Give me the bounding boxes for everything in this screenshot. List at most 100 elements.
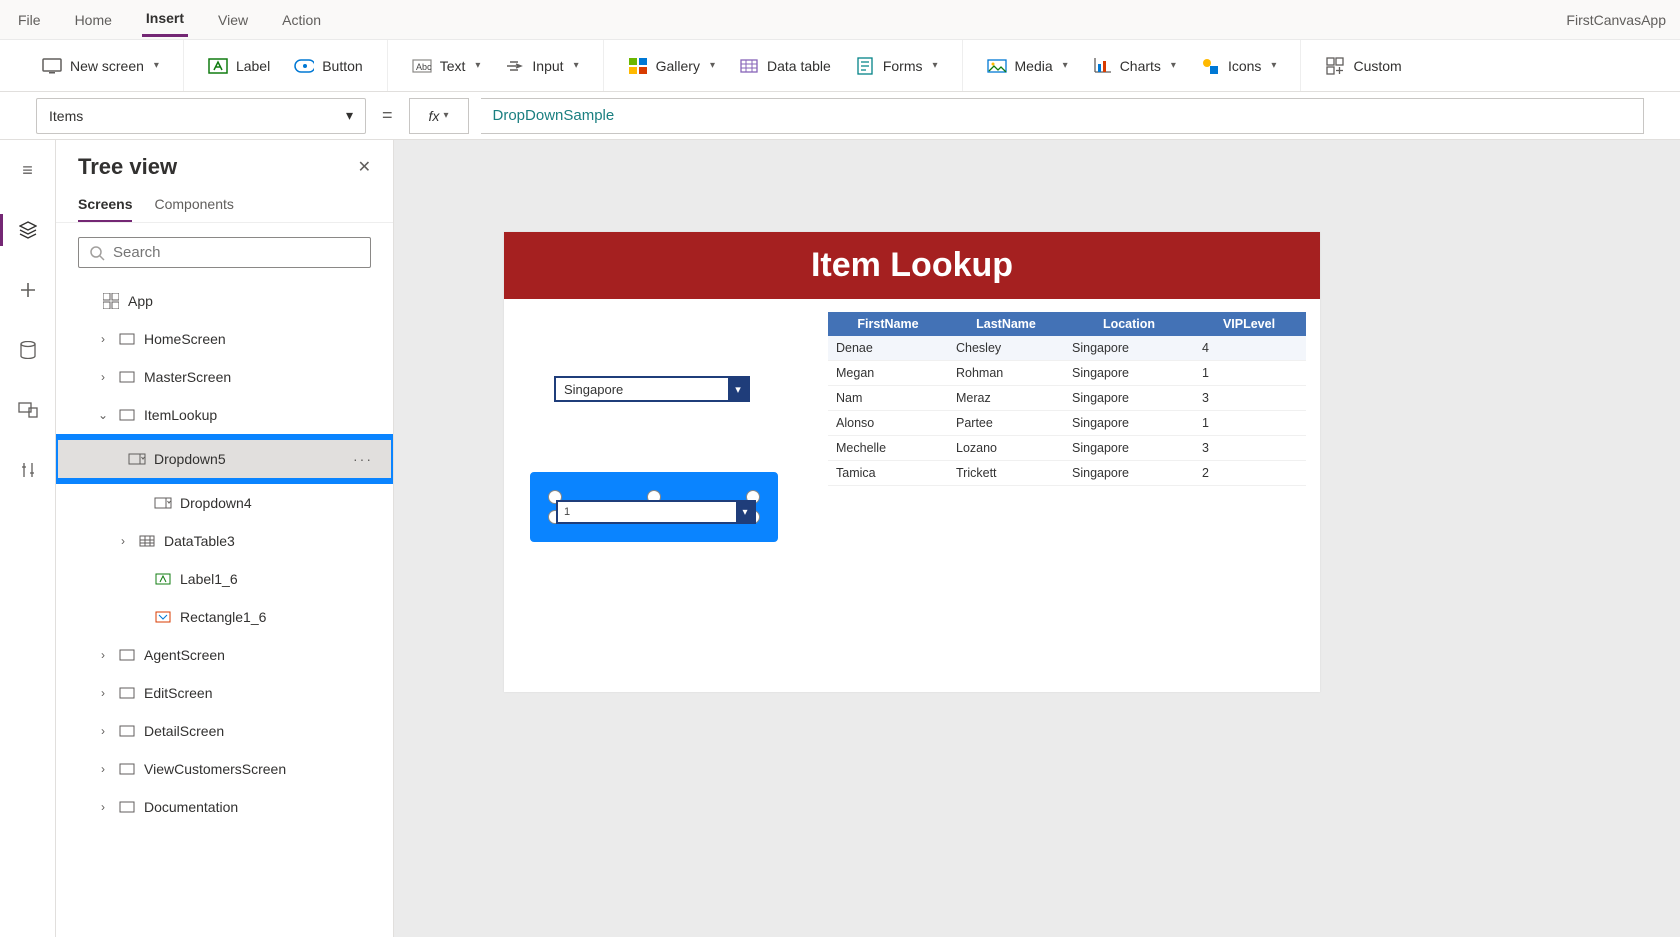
table-row[interactable]: Denae Chesley Singapore 4 bbox=[828, 336, 1306, 361]
custom-button[interactable]: Custom bbox=[1317, 50, 1409, 82]
dropdown5-value: 1 bbox=[558, 506, 736, 518]
tree-node-editscreen[interactable]: › EditScreen bbox=[56, 674, 393, 712]
button-button[interactable]: Button bbox=[286, 50, 370, 82]
node-label: Documentation bbox=[144, 799, 238, 815]
menu-insert[interactable]: Insert bbox=[142, 2, 188, 37]
table-row[interactable]: Mechelle Lozano Singapore 3 bbox=[828, 436, 1306, 461]
tree-node-dropdown5[interactable]: Dropdown5 ··· bbox=[58, 440, 391, 478]
tree-node-datatable3[interactable]: › DataTable3 bbox=[56, 522, 393, 560]
label-label: Label bbox=[236, 58, 270, 74]
property-selector[interactable]: Items ▾ bbox=[36, 98, 366, 134]
canvas-area[interactable]: ↖ Item Lookup Singapore ▾ 1 ▾ bbox=[394, 140, 1680, 937]
insert-nav[interactable] bbox=[12, 274, 44, 306]
selected-node-highlight: Dropdown5 ··· bbox=[56, 434, 393, 484]
input-button[interactable]: Input ▾ bbox=[496, 50, 586, 82]
cell-viplevel: 1 bbox=[1194, 411, 1304, 435]
col-viplevel[interactable]: VIPLevel bbox=[1194, 312, 1304, 336]
icons-button[interactable]: Icons ▾ bbox=[1192, 50, 1285, 82]
dropdown5-control[interactable]: 1 ▾ bbox=[556, 500, 756, 524]
table-icon bbox=[138, 532, 156, 550]
forms-label: Forms bbox=[883, 58, 923, 74]
node-label: ItemLookup bbox=[144, 407, 217, 423]
data-table-icon bbox=[739, 56, 759, 76]
charts-button[interactable]: Charts ▾ bbox=[1084, 50, 1184, 82]
sliders-icon bbox=[20, 461, 36, 479]
close-tree-button[interactable]: ✕ bbox=[358, 157, 371, 177]
advanced-nav[interactable] bbox=[12, 454, 44, 486]
node-label: Rectangle1_6 bbox=[180, 609, 266, 625]
tree-search[interactable] bbox=[78, 237, 371, 268]
chevron-down-icon: ▾ bbox=[443, 110, 448, 121]
menu-action[interactable]: Action bbox=[278, 4, 325, 36]
button-icon bbox=[294, 56, 314, 76]
gallery-button[interactable]: Gallery ▾ bbox=[620, 50, 723, 82]
dropdown-icon bbox=[128, 450, 146, 468]
gallery-icon bbox=[628, 56, 648, 76]
screen-icon bbox=[118, 406, 136, 424]
plus-icon bbox=[19, 281, 37, 299]
chevron-down-icon: ▾ bbox=[1271, 60, 1276, 71]
tree-node-itemlookup[interactable]: ⌄ ItemLookup bbox=[56, 396, 393, 434]
col-location[interactable]: Location bbox=[1064, 312, 1194, 336]
node-label: DetailScreen bbox=[144, 723, 224, 739]
tree-node-agentscreen[interactable]: › AgentScreen bbox=[56, 636, 393, 674]
tree-node-label1-6[interactable]: Label1_6 bbox=[56, 560, 393, 598]
caret-right-icon: › bbox=[96, 370, 110, 384]
data-table-button[interactable]: Data table bbox=[731, 50, 839, 82]
forms-icon bbox=[855, 56, 875, 76]
col-lastname[interactable]: LastName bbox=[948, 312, 1064, 336]
new-screen-button[interactable]: New screen ▾ bbox=[34, 50, 167, 82]
menu-view[interactable]: View bbox=[214, 4, 252, 36]
menu-file[interactable]: File bbox=[14, 4, 45, 36]
col-firstname[interactable]: FirstName bbox=[828, 312, 948, 336]
more-options-button[interactable]: ··· bbox=[353, 451, 373, 467]
tab-screens[interactable]: Screens bbox=[78, 186, 132, 222]
table-row[interactable]: Nam Meraz Singapore 3 bbox=[828, 386, 1306, 411]
label-button[interactable]: Label bbox=[200, 50, 278, 82]
left-rail: ≡ bbox=[0, 140, 56, 937]
app-canvas[interactable]: Item Lookup Singapore ▾ 1 ▾ bbox=[504, 232, 1320, 692]
formula-input[interactable]: DropDownSample bbox=[481, 98, 1644, 134]
media-icon bbox=[987, 56, 1007, 76]
tree-node-documentation[interactable]: › Documentation bbox=[56, 788, 393, 826]
label-icon bbox=[154, 570, 172, 588]
media-nav[interactable] bbox=[12, 394, 44, 426]
tree-node-dropdown4[interactable]: Dropdown4 bbox=[56, 484, 393, 522]
chevron-down-icon: ▾ bbox=[346, 107, 353, 124]
menu-home[interactable]: Home bbox=[71, 4, 116, 36]
dropdown5-selection-frame: 1 ▾ bbox=[530, 472, 778, 542]
chevron-down-icon: ▾ bbox=[1063, 60, 1068, 71]
text-button[interactable]: Abc Text ▾ bbox=[404, 50, 489, 82]
tree-node-detailscreen[interactable]: › DetailScreen bbox=[56, 712, 393, 750]
tree-node-rectangle1-6[interactable]: Rectangle1_6 bbox=[56, 598, 393, 636]
app-icon bbox=[102, 292, 120, 310]
screen-icon bbox=[118, 330, 136, 348]
hamburger-icon[interactable]: ≡ bbox=[12, 154, 44, 186]
node-label: DataTable3 bbox=[164, 533, 235, 549]
tree-view-nav[interactable] bbox=[0, 214, 55, 246]
formula-value: DropDownSample bbox=[493, 107, 615, 124]
tree-node-app[interactable]: App bbox=[56, 282, 393, 320]
tab-components[interactable]: Components bbox=[154, 186, 233, 222]
tree-node-homescreen[interactable]: › HomeScreen bbox=[56, 320, 393, 358]
input-label: Input bbox=[532, 58, 563, 74]
media-button[interactable]: Media ▾ bbox=[979, 50, 1076, 82]
table-row[interactable]: Megan Rohman Singapore 1 bbox=[828, 361, 1306, 386]
charts-label: Charts bbox=[1120, 58, 1161, 74]
dropdown4-control[interactable]: Singapore ▾ bbox=[554, 376, 750, 402]
forms-button[interactable]: Forms ▾ bbox=[847, 50, 946, 82]
gallery-label: Gallery bbox=[656, 58, 700, 74]
tree-node-viewcustomersscreen[interactable]: › ViewCustomersScreen bbox=[56, 750, 393, 788]
search-input[interactable] bbox=[113, 244, 360, 261]
cell-viplevel: 2 bbox=[1194, 461, 1304, 485]
table-row[interactable]: Alonso Partee Singapore 1 bbox=[828, 411, 1306, 436]
search-icon bbox=[89, 245, 105, 261]
data-nav[interactable] bbox=[12, 334, 44, 366]
icons-icon bbox=[1200, 56, 1220, 76]
tree-node-masterscreen[interactable]: › MasterScreen bbox=[56, 358, 393, 396]
table-row[interactable]: Tamica Trickett Singapore 2 bbox=[828, 461, 1306, 486]
cell-lastname: Chesley bbox=[948, 336, 1064, 360]
chevron-down-icon: ▾ bbox=[932, 60, 937, 71]
fx-button[interactable]: fx ▾ bbox=[409, 98, 469, 134]
datatable3-control[interactable]: FirstName LastName Location VIPLevel Den… bbox=[828, 312, 1306, 486]
